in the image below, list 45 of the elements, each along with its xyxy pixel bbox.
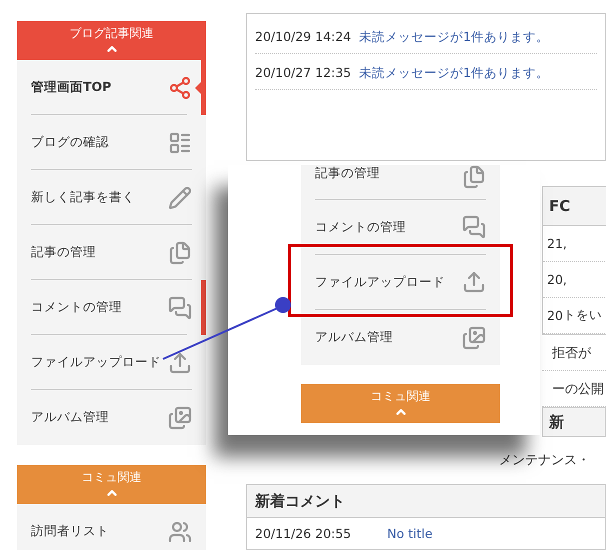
menu-item[interactable]: ファイルアップロード: [315, 255, 486, 310]
menu-item[interactable]: 新しく記事を書く: [17, 170, 206, 225]
album-icon: [462, 326, 486, 350]
layout-icon: [168, 130, 192, 154]
menu-item[interactable]: 訪問者リスト: [17, 504, 206, 550]
comment-time: 20/11/26 20:55: [255, 526, 352, 541]
upload-icon: [462, 270, 486, 294]
menu-item[interactable]: コメントの管理: [17, 280, 206, 335]
upload-icon: [168, 350, 192, 374]
panel-title: 新着コメント: [247, 485, 605, 518]
list-text: メンテナンス・: [499, 452, 591, 470]
row-text: 20,: [547, 272, 567, 288]
album-icon: [168, 406, 192, 430]
section-header[interactable]: ブログ記事関連: [17, 21, 206, 60]
menu-item[interactable]: ファイルアップロード: [17, 335, 206, 390]
panel-title: 新: [542, 407, 606, 438]
list-text: 拒否が: [552, 344, 591, 362]
row-text: 20: [547, 308, 563, 324]
files-icon: [168, 240, 192, 264]
pointer-notch: [195, 82, 201, 94]
menu-item[interactable]: アルバム管理: [17, 390, 206, 445]
menu-item[interactable]: 記事の管理: [17, 225, 206, 280]
message-link[interactable]: 未読メッセージが1件あります。: [359, 29, 550, 46]
row-text: トをい: [562, 307, 602, 324]
chat-icon: [168, 296, 192, 320]
section-title: コミュ関連: [370, 388, 430, 405]
chat-icon: [462, 215, 486, 239]
share-icon: [168, 76, 192, 100]
message-link[interactable]: 未読メッセージが1件あります。: [359, 65, 550, 82]
menu-item[interactable]: アルバム管理: [315, 310, 486, 365]
menu-item[interactable]: 管理画面TOP: [17, 60, 206, 115]
panel-title: FC: [543, 187, 606, 226]
message-time: 20/10/29 14:24: [255, 29, 352, 46]
menu-item[interactable]: ブログの確認: [17, 115, 206, 170]
menu-item[interactable]: 記事の管理: [315, 165, 486, 200]
comment-link[interactable]: No title: [387, 526, 433, 541]
files-icon: [462, 165, 486, 189]
section-title: ブログ記事関連: [70, 25, 154, 42]
message-time: 20/10/27 12:35: [255, 65, 352, 82]
menu-item[interactable]: コメントの管理: [315, 200, 486, 255]
pencil-icon: [168, 186, 192, 210]
users-icon: [168, 520, 192, 544]
row-text: 21,: [547, 236, 567, 252]
section-title: コミュ関連: [82, 469, 142, 486]
list-text: ーの公開: [552, 380, 604, 398]
